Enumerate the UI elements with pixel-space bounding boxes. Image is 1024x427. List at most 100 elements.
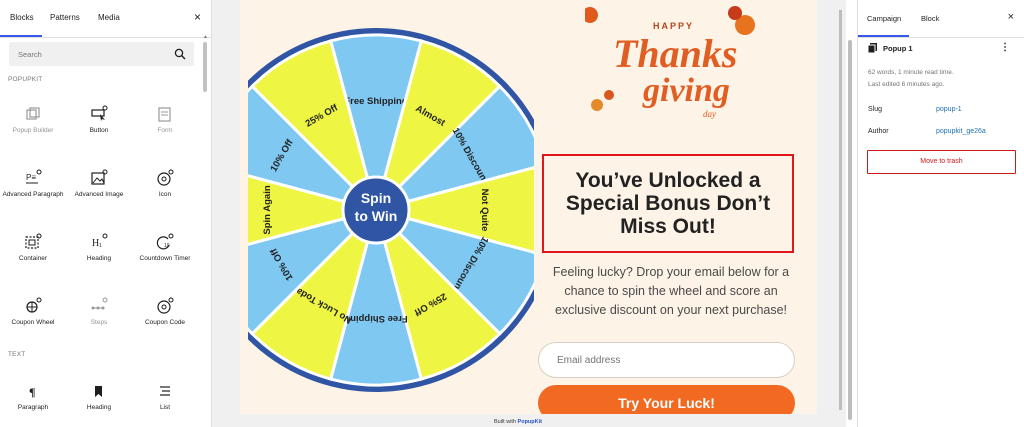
block-label: Advanced Image bbox=[74, 191, 124, 198]
email-field[interactable] bbox=[539, 343, 759, 377]
block-label: Heading bbox=[86, 404, 112, 411]
block-heading[interactable]: H1 Heading bbox=[66, 231, 132, 295]
happy-text: HAPPY bbox=[653, 21, 694, 31]
svg-text:10: 10 bbox=[164, 243, 170, 249]
document-title-text: Popup 1 bbox=[883, 43, 913, 53]
scroll-up-arrow[interactable]: ▲ bbox=[203, 34, 208, 40]
block-advanced-paragraph[interactable]: P≡ Advanced Paragraph bbox=[0, 167, 66, 231]
block-coupon-code[interactable]: Coupon Code bbox=[132, 295, 198, 359]
block-label: Countdown Timer bbox=[139, 255, 191, 262]
block-list[interactable]: List bbox=[132, 380, 198, 427]
icon-block-icon bbox=[157, 169, 174, 186]
block-label: Button bbox=[89, 127, 109, 134]
tab-block[interactable]: Block bbox=[921, 14, 939, 23]
move-to-trash-button[interactable]: Move to trash bbox=[867, 150, 1016, 174]
block-steps[interactable]: Steps bbox=[66, 295, 132, 359]
block-button[interactable]: Button bbox=[66, 103, 132, 167]
advanced-image-icon bbox=[91, 169, 108, 185]
block-countdown-timer[interactable]: 10 Countdown Timer bbox=[132, 231, 198, 295]
giving-text: giving bbox=[642, 72, 730, 109]
spin-wheel[interactable]: Free ShippingAlmost10% DiscountNot Quite… bbox=[248, 20, 534, 394]
block-search bbox=[9, 42, 194, 66]
close-settings-button[interactable]: × bbox=[1008, 11, 1014, 23]
form-icon bbox=[158, 107, 171, 122]
wheel-center-label: Spin bbox=[361, 190, 391, 206]
author-row: Author popupkit_ge26a bbox=[868, 128, 1018, 135]
last-edited: Last edited 6 minutes ago. bbox=[868, 81, 945, 88]
svg-text:P≡: P≡ bbox=[26, 173, 36, 182]
block-label: Paragraph bbox=[17, 404, 49, 411]
steps-icon bbox=[91, 297, 108, 310]
leaf-decoration bbox=[604, 90, 614, 100]
block-form[interactable]: Form bbox=[132, 103, 198, 167]
canvas-scrollbar[interactable] bbox=[839, 10, 842, 410]
block-label: Icon bbox=[158, 191, 172, 198]
paragraph-icon: ¶ bbox=[29, 385, 35, 399]
author-label: Author bbox=[868, 128, 889, 135]
coupon-wheel-icon bbox=[26, 297, 42, 313]
headline-selected-block[interactable]: You’ve Unlocked a Special Bonus Don’t Mi… bbox=[542, 154, 794, 253]
block-inserter-panel: Blocks Patterns Media × ▲ POPUPKIT Popup… bbox=[0, 0, 212, 427]
document-meta: 62 words, 1 minute read time. Last edite… bbox=[868, 67, 954, 91]
wheel-segment-label: Free Shipping bbox=[344, 313, 408, 324]
list-icon bbox=[160, 386, 170, 396]
block-paragraph[interactable]: ¶ Paragraph bbox=[0, 380, 66, 427]
block-popup-builder[interactable]: Popup Builder bbox=[0, 103, 66, 167]
block-container[interactable]: Container bbox=[0, 231, 66, 295]
advanced-paragraph-icon: P≡ bbox=[26, 169, 42, 184]
block-label: Popup Builder bbox=[12, 127, 54, 134]
block-heading-core[interactable]: Heading bbox=[66, 380, 132, 427]
block-coupon-wheel[interactable]: Coupon Wheel bbox=[0, 295, 66, 359]
slug-label: Slug bbox=[868, 106, 883, 113]
editor-scrollbar[interactable] bbox=[848, 40, 852, 420]
document-title: Popup 1 bbox=[868, 43, 913, 53]
inserter-scrollbar[interactable] bbox=[203, 42, 207, 92]
wheel-segment-label: Spin Again bbox=[262, 185, 273, 234]
more-options-button[interactable]: ⋮ bbox=[1000, 42, 1010, 53]
coupon-code-icon bbox=[157, 297, 174, 314]
section-text-label: TEXT bbox=[8, 351, 26, 358]
close-inserter-button[interactable]: × bbox=[194, 10, 201, 24]
block-label: Container bbox=[18, 255, 48, 262]
tab-campaign[interactable]: Campaign bbox=[857, 14, 910, 37]
wheel-segment-label: Free Shipping bbox=[344, 96, 408, 107]
thanks-text: Thanks bbox=[613, 31, 738, 76]
slug-row: Slug popup-1 bbox=[868, 106, 1018, 113]
block-label: Coupon Wheel bbox=[11, 319, 55, 326]
inserter-tabs: Blocks Patterns Media × bbox=[0, 0, 211, 38]
built-with-credit[interactable]: Built with PopupKit bbox=[494, 419, 542, 425]
bookmark-heading-icon bbox=[95, 386, 102, 397]
leaf-decoration bbox=[728, 6, 742, 20]
try-your-luck-button[interactable]: Try Your Luck! bbox=[538, 385, 795, 414]
tab-blocks[interactable]: Blocks bbox=[0, 13, 41, 37]
block-icon[interactable]: Icon bbox=[132, 167, 198, 231]
heading-icon: H1 bbox=[92, 233, 108, 249]
search-icon[interactable] bbox=[174, 48, 186, 60]
block-label: Heading bbox=[86, 255, 112, 262]
svg-text:1: 1 bbox=[99, 243, 102, 249]
popup-preview: Free Shipping Almost 10% Discount Not Quite… bbox=[240, 0, 817, 414]
email-field-wrapper bbox=[538, 342, 795, 378]
settings-sidebar: Campaign Block × Popup 1 ⋮ 62 words, 1 m… bbox=[857, 0, 1024, 427]
tab-media[interactable]: Media bbox=[98, 13, 120, 22]
text-block-grid: ¶ Paragraph Heading List bbox=[0, 380, 200, 427]
container-icon bbox=[25, 233, 42, 249]
brand-name: PopupKit bbox=[517, 419, 542, 425]
popup-subtext[interactable]: Feeling lucky? Drop your email below for… bbox=[546, 263, 796, 320]
popup-headline[interactable]: You’ve Unlocked a Special Bonus Don’t Mi… bbox=[552, 169, 784, 238]
document-icon bbox=[868, 43, 877, 53]
block-label: Coupon Code bbox=[144, 319, 186, 326]
block-advanced-image[interactable]: Advanced Image bbox=[66, 167, 132, 231]
author-link[interactable]: popupkit_ge26a bbox=[936, 128, 986, 135]
settings-tabs: Campaign Block × bbox=[857, 0, 1024, 38]
built-with-label: Built with bbox=[494, 419, 517, 425]
block-search-input[interactable] bbox=[9, 42, 159, 66]
tab-patterns[interactable]: Patterns bbox=[50, 13, 80, 22]
block-label: Advanced Paragraph bbox=[2, 191, 64, 198]
block-label: Form bbox=[157, 127, 173, 134]
day-text: day bbox=[703, 109, 716, 119]
countdown-timer-icon: 10 bbox=[156, 233, 174, 250]
button-icon bbox=[91, 105, 108, 121]
slug-link[interactable]: popup-1 bbox=[936, 106, 962, 113]
block-label: Steps bbox=[90, 319, 108, 326]
